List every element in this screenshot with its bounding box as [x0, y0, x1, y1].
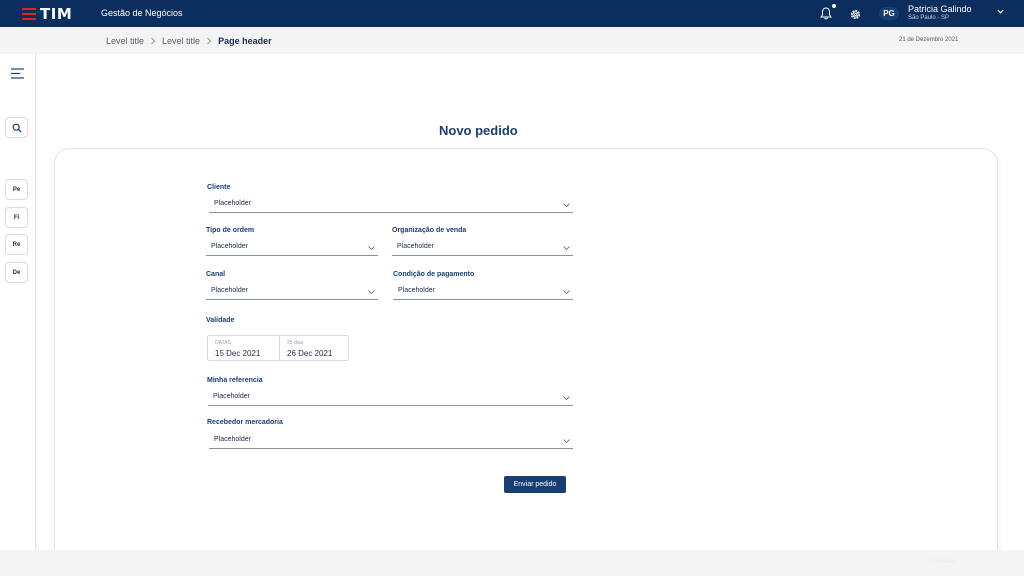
- submit-order-button[interactable]: Enviar pedido: [504, 476, 566, 493]
- notification-dot-icon: [832, 4, 836, 8]
- canal-label: Canal: [206, 271, 226, 278]
- footer-text: Conexão: [931, 559, 956, 565]
- recebedor-select[interactable]: Placeholder: [209, 433, 573, 449]
- sidebar: Pe Fi Re De: [0, 54, 36, 550]
- user-name[interactable]: Patricia Galindo: [908, 4, 972, 14]
- canal-placeholder: Placeholder: [211, 287, 248, 294]
- main-content: Novo pedido Cliente Placeholder Tipo de …: [37, 54, 1024, 568]
- end-date-value: 26 Dec 2021: [287, 349, 333, 358]
- chevron-right-icon: [207, 37, 212, 45]
- cond-pagamento-select[interactable]: Placeholder: [393, 284, 573, 300]
- chevron-right-icon: [151, 37, 156, 45]
- minha-referencia-select[interactable]: Placeholder: [208, 390, 573, 406]
- end-date-caption: 25 dias: [287, 340, 304, 346]
- org-venda-label: Organização de venda: [392, 227, 467, 234]
- end-date-field[interactable]: 25 dias 26 Dec 2021: [280, 336, 350, 360]
- start-date-value: 15 Dec 2021: [215, 349, 261, 358]
- cliente-label: Cliente: [207, 184, 231, 191]
- menu-icon[interactable]: [11, 68, 24, 79]
- start-date-field[interactable]: DATAS 15 Dec 2021: [208, 336, 280, 360]
- logo-text: TIM: [40, 4, 73, 23]
- chevron-down-icon[interactable]: [997, 9, 1004, 14]
- breadcrumb: Level title Level title Page header: [106, 36, 272, 46]
- user-location: São Paulo - SP: [908, 15, 950, 21]
- sidebar-item-re[interactable]: Re: [5, 234, 28, 255]
- sidebar-item-pe[interactable]: Pe: [5, 179, 28, 200]
- top-bar: TIM Gestão de Negócios PG Patricia Galin…: [0, 0, 1024, 27]
- breadcrumb-bar: Level title Level title Page header 21 d…: [0, 27, 1024, 54]
- chevron-down-icon: [368, 246, 375, 250]
- breadcrumb-item[interactable]: Level title: [106, 36, 144, 46]
- breadcrumb-item[interactable]: Level title: [162, 36, 200, 46]
- current-date: 21 de Dezembro 2021: [899, 37, 959, 43]
- recebedor-placeholder: Placeholder: [214, 436, 251, 443]
- search-icon: [12, 123, 21, 132]
- cond-pagamento-placeholder: Placeholder: [398, 287, 435, 294]
- bell-icon[interactable]: [820, 7, 832, 20]
- recebedor-label: Recebedor mercadoria: [207, 419, 283, 426]
- tipo-ordem-select[interactable]: Placeholder: [206, 240, 378, 256]
- canal-select[interactable]: Placeholder: [206, 284, 378, 300]
- cliente-placeholder: Placeholder: [214, 200, 251, 207]
- app-title: Gestão de Negócios: [101, 8, 183, 18]
- org-venda-placeholder: Placeholder: [397, 243, 434, 250]
- avatar[interactable]: PG: [879, 7, 899, 20]
- validade-label: Validade: [206, 317, 235, 324]
- page-title: Novo pedido: [439, 123, 518, 138]
- sidebar-item-de[interactable]: De: [5, 262, 28, 283]
- cliente-select[interactable]: Placeholder: [209, 197, 573, 213]
- chevron-down-icon: [563, 246, 570, 250]
- breadcrumb-current: Page header: [218, 36, 272, 46]
- chevron-down-icon: [563, 439, 570, 443]
- tipo-ordem-placeholder: Placeholder: [211, 243, 248, 250]
- minha-referencia-label: Minha referencia: [207, 377, 263, 384]
- chevron-down-icon: [563, 396, 570, 400]
- cond-pagamento-label: Condição de pagamento: [393, 271, 475, 278]
- logo-mark-icon: [22, 7, 36, 20]
- gear-icon[interactable]: [849, 8, 862, 21]
- footer-bar: Conexão: [0, 550, 1024, 576]
- start-date-caption: DATAS: [215, 340, 231, 346]
- validade-date-range[interactable]: DATAS 15 Dec 2021 25 dias 26 Dec 2021: [207, 335, 349, 361]
- tim-logo[interactable]: TIM: [22, 4, 73, 23]
- chevron-down-icon: [563, 290, 570, 294]
- sidebar-item-fi[interactable]: Fi: [5, 207, 28, 228]
- chevron-down-icon: [368, 290, 375, 294]
- minha-referencia-placeholder: Placeholder: [213, 393, 250, 400]
- search-button[interactable]: [5, 117, 28, 138]
- chevron-down-icon: [563, 203, 570, 207]
- org-venda-select[interactable]: Placeholder: [392, 240, 573, 256]
- tipo-ordem-label: Tipo de ordem: [206, 227, 255, 234]
